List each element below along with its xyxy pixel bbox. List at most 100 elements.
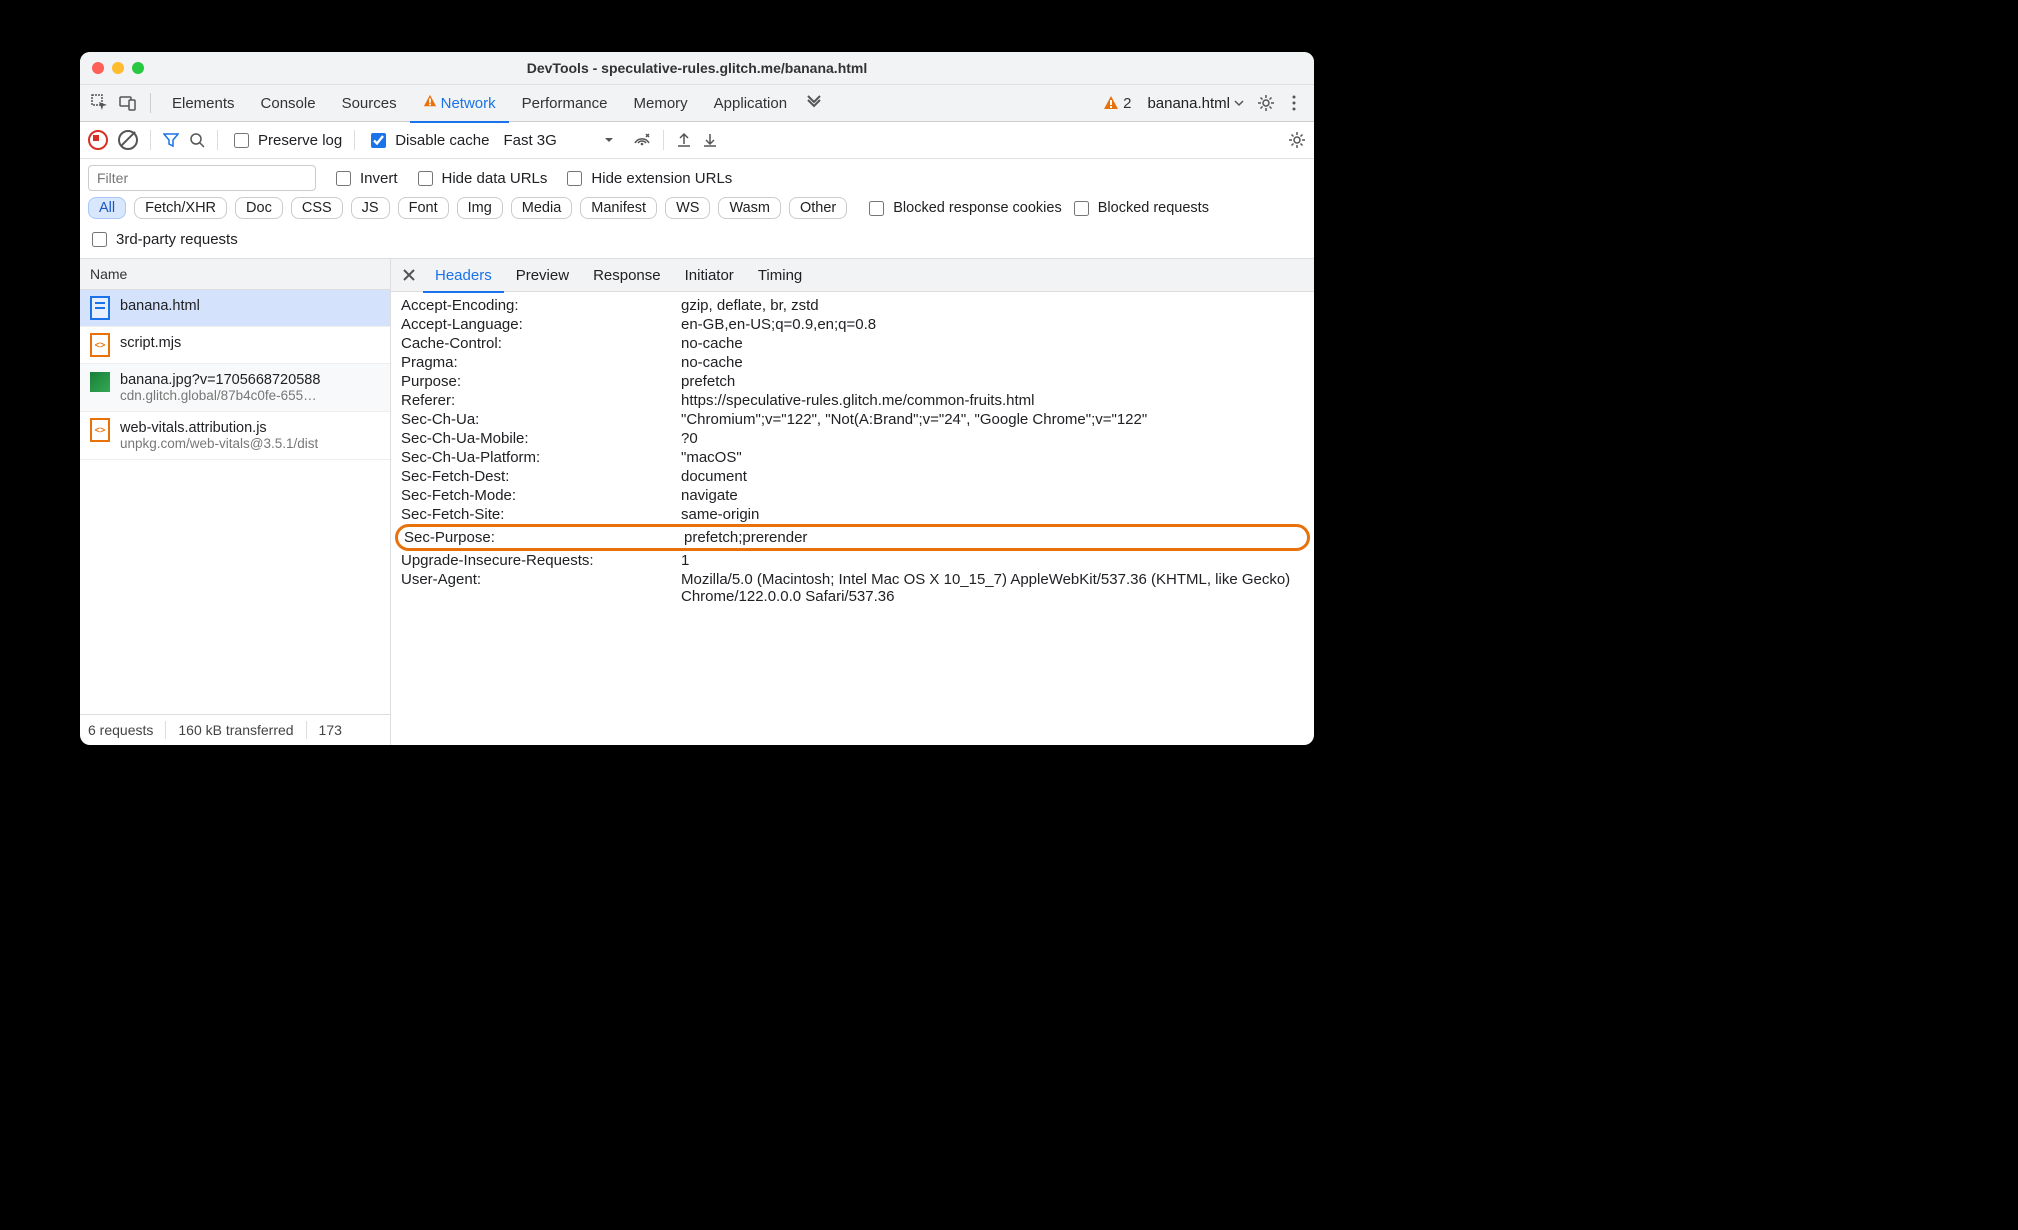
warnings-count: 2 [1123, 95, 1131, 112]
header-row: Purpose:prefetch [401, 372, 1304, 391]
tab-memory[interactable]: Memory [621, 85, 701, 121]
record-button[interactable] [88, 130, 108, 150]
header-row: Accept-Language:en-GB,en-US;q=0.9,en;q=0… [401, 315, 1304, 334]
header-key: Accept-Encoding: [401, 297, 681, 314]
tab-label: Network [441, 95, 496, 112]
header-key: Sec-Ch-Ua-Platform: [401, 449, 681, 466]
type-chip-js[interactable]: JS [351, 197, 390, 219]
header-row: Cache-Control:no-cache [401, 334, 1304, 353]
inspect-icon[interactable] [86, 94, 114, 112]
type-chip-css[interactable]: CSS [291, 197, 343, 219]
header-row: Referer:https://speculative-rules.glitch… [401, 391, 1304, 410]
network-toolbar: Preserve log Disable cache Fast 3G [80, 122, 1314, 159]
device-toggle-icon[interactable] [114, 94, 142, 112]
header-value: no-cache [681, 354, 1304, 371]
list-header-name[interactable]: Name [80, 259, 390, 290]
header-row: Sec-Fetch-Dest:document [401, 467, 1304, 486]
type-chip-other[interactable]: Other [789, 197, 847, 219]
request-domain: cdn.glitch.global/87b4c0fe-655… [120, 388, 320, 403]
tab-performance[interactable]: Performance [509, 85, 621, 121]
headers-pane: Accept-Encoding:gzip, deflate, br, zstdA… [391, 292, 1314, 745]
type-chip-doc[interactable]: Doc [235, 197, 283, 219]
warnings-indicator[interactable]: 2 [1095, 95, 1139, 112]
header-value: same-origin [681, 506, 1304, 523]
detail-tabs: HeadersPreviewResponseInitiatorTiming [391, 259, 1314, 292]
detail-tab-timing[interactable]: Timing [746, 259, 814, 291]
tab-label: Performance [522, 95, 608, 112]
third-party-checkbox[interactable]: 3rd-party requests [88, 229, 238, 250]
header-key: Sec-Ch-Ua: [401, 411, 681, 428]
tab-network[interactable]: Network [410, 85, 509, 123]
header-key: Sec-Fetch-Site: [401, 506, 681, 523]
blocked-cookies-checkbox[interactable]: Blocked response cookies [865, 198, 1061, 219]
panel-settings-icon[interactable] [1288, 131, 1306, 149]
kebab-menu-icon[interactable] [1280, 95, 1308, 111]
preserve-log-checkbox[interactable]: Preserve log [230, 130, 342, 151]
settings-icon[interactable] [1252, 94, 1280, 112]
invert-checkbox[interactable]: Invert [332, 168, 398, 189]
upload-har-icon[interactable] [676, 132, 692, 148]
close-icon [402, 268, 416, 282]
more-tabs-icon[interactable] [800, 95, 828, 111]
header-value: en-GB,en-US;q=0.9,en;q=0.8 [681, 316, 1304, 333]
type-chip-img[interactable]: Img [457, 197, 503, 219]
type-chip-media[interactable]: Media [511, 197, 573, 219]
type-filter-row: All Fetch/XHR Doc CSS JS Font Img Media Manifest… [80, 195, 1314, 225]
hide-ext-urls-checkbox[interactable]: Hide extension URLs [563, 168, 732, 189]
header-row: Sec-Ch-Ua-Platform:"macOS" [401, 448, 1304, 467]
type-chip-manifest[interactable]: Manifest [580, 197, 657, 219]
close-details-button[interactable] [395, 268, 423, 282]
header-key: Cache-Control: [401, 335, 681, 352]
hide-data-urls-checkbox[interactable]: Hide data URLs [414, 168, 548, 189]
type-chip-wasm[interactable]: Wasm [718, 197, 781, 219]
request-row[interactable]: <>web-vitals.attribution.jsunpkg.com/web… [80, 412, 390, 460]
status-more: 173 [319, 722, 342, 738]
type-chip-ws[interactable]: WS [665, 197, 710, 219]
header-row: Sec-Ch-Ua:"Chromium";v="122", "Not(A:Bra… [401, 410, 1304, 429]
filter-toggle-icon[interactable] [163, 132, 179, 148]
blocked-requests-checkbox[interactable]: Blocked requests [1070, 198, 1209, 219]
third-party-label: 3rd-party requests [116, 231, 238, 248]
download-har-icon[interactable] [702, 132, 718, 148]
search-icon[interactable] [189, 132, 205, 148]
hide-data-label: Hide data URLs [442, 170, 548, 187]
header-value: no-cache [681, 335, 1304, 352]
status-bar: 6 requests 160 kB transferred 173 [80, 714, 390, 745]
request-name: banana.jpg?v=1705668720588 [120, 372, 320, 388]
detail-tab-response[interactable]: Response [581, 259, 673, 291]
request-row[interactable]: banana.html [80, 290, 390, 327]
header-value: ?0 [681, 430, 1304, 447]
type-chip-all[interactable]: All [88, 197, 126, 219]
context-label: banana.html [1147, 95, 1230, 112]
request-name: script.mjs [120, 335, 181, 351]
img-file-icon [90, 372, 110, 392]
detail-tab-initiator[interactable]: Initiator [673, 259, 746, 291]
js-file-icon: <> [90, 335, 110, 355]
tab-console[interactable]: Console [248, 85, 329, 121]
detail-tab-preview[interactable]: Preview [504, 259, 581, 291]
request-list-panel: Name banana.html <> script.mjs banana.jpg?v… [80, 259, 391, 745]
type-chip-fetchxhr[interactable]: Fetch/XHR [134, 197, 227, 219]
details-panel: HeadersPreviewResponseInitiatorTiming Ac… [391, 259, 1314, 745]
header-row: Accept-Encoding:gzip, deflate, br, zstd [401, 296, 1304, 315]
filter-input[interactable] [88, 165, 316, 191]
header-key: User-Agent: [401, 571, 681, 605]
network-conditions-icon[interactable] [633, 131, 651, 149]
tab-label: Console [261, 95, 316, 112]
invert-label: Invert [360, 170, 398, 187]
doc-file-icon [90, 298, 110, 318]
clear-button[interactable] [118, 130, 138, 150]
header-key: Sec-Ch-Ua-Mobile: [401, 430, 681, 447]
detail-tab-headers[interactable]: Headers [423, 259, 504, 293]
disable-cache-checkbox[interactable]: Disable cache [367, 130, 489, 151]
tab-elements[interactable]: Elements [159, 85, 248, 121]
header-row: User-Agent:Mozilla/5.0 (Macintosh; Intel… [401, 570, 1304, 606]
throttling-select[interactable]: Fast 3G [499, 132, 622, 149]
tab-label: Application [714, 95, 787, 112]
context-selector[interactable]: banana.html [1139, 95, 1252, 112]
request-row[interactable]: <> script.mjs [80, 327, 390, 364]
type-chip-font[interactable]: Font [398, 197, 449, 219]
tab-sources[interactable]: Sources [329, 85, 410, 121]
tab-application[interactable]: Application [701, 85, 800, 121]
request-row[interactable]: banana.jpg?v=1705668720588cdn.glitch.glo… [80, 364, 390, 412]
